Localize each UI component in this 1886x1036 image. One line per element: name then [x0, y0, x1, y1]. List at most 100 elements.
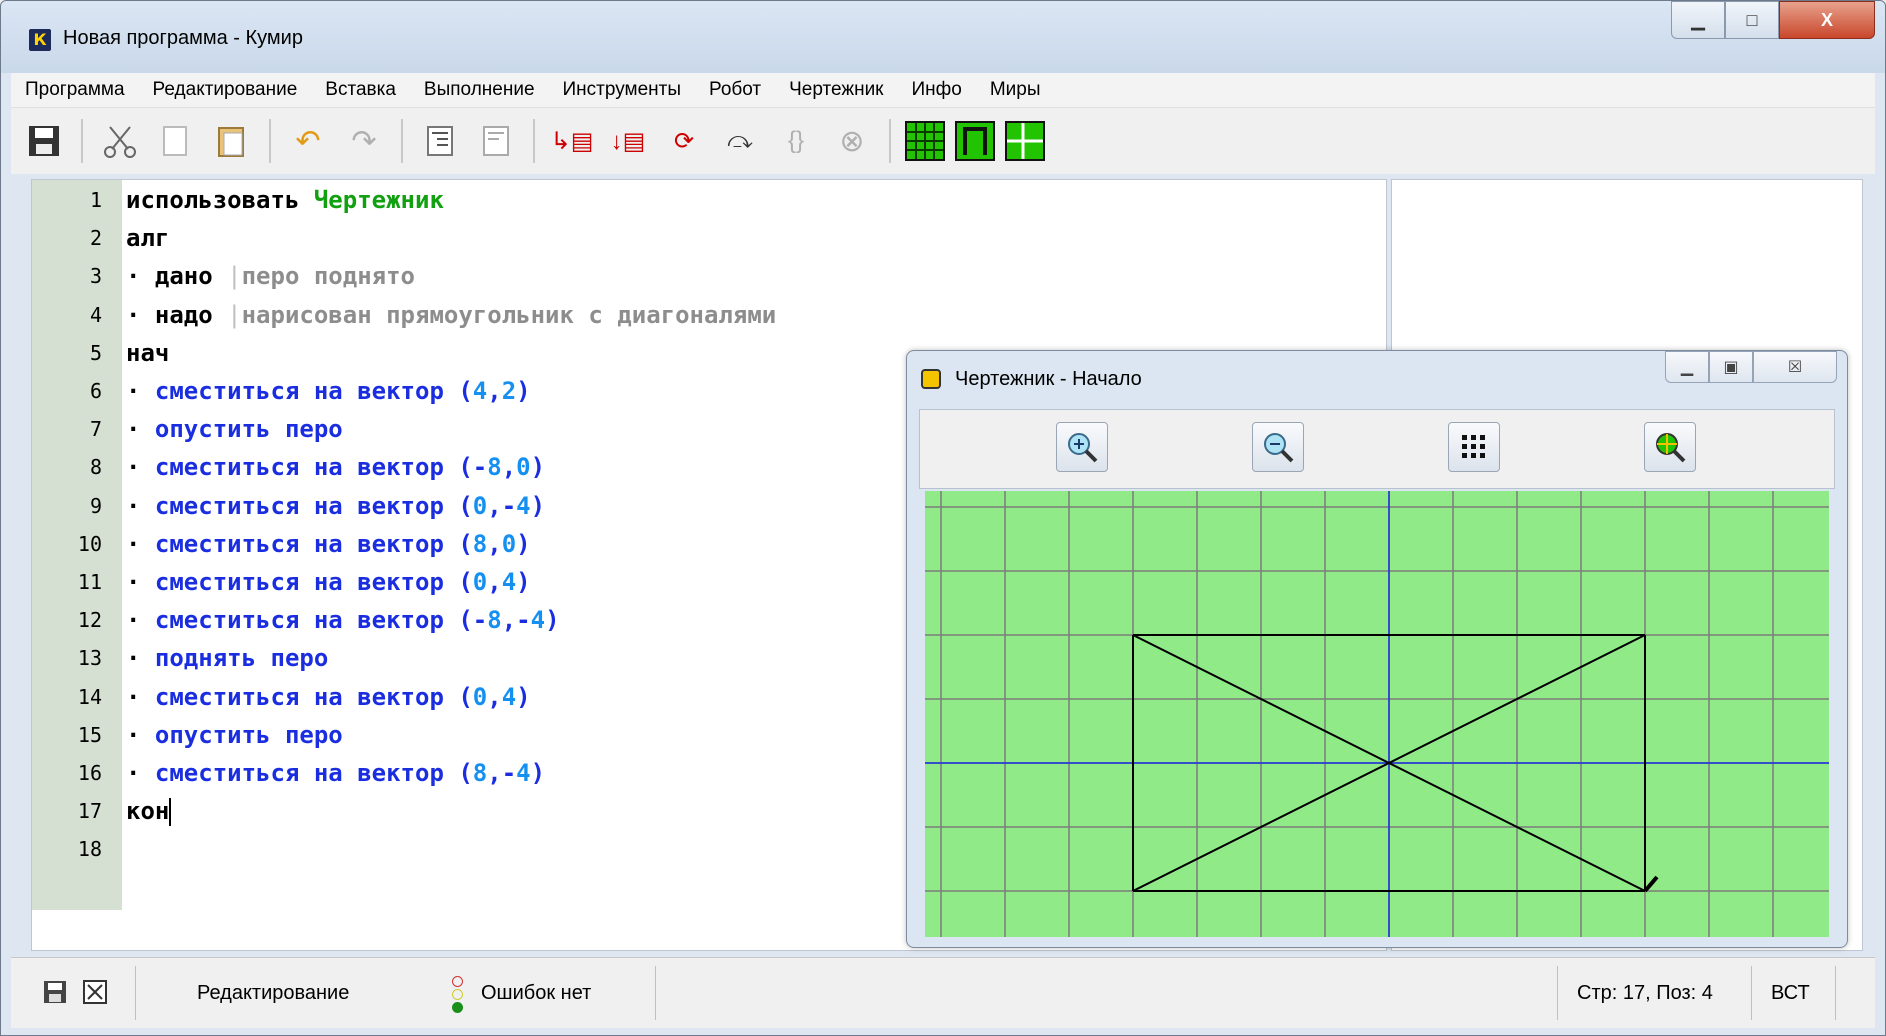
menu-program[interactable]: Программа — [11, 79, 139, 101]
menu-tools[interactable]: Инструменты — [549, 79, 695, 101]
undo-icon[interactable]: ↶ — [285, 118, 331, 164]
menu-bar: Программа Редактирование Вставка Выполне… — [11, 73, 1875, 108]
paste-icon[interactable] — [209, 118, 255, 164]
toolbar-separator — [533, 119, 535, 163]
line-code: алг — [126, 224, 169, 252]
code-line[interactable]: 4 · надо |нарисован прямоугольник с диаго… — [32, 301, 1332, 339]
indent-icon[interactable] — [417, 118, 463, 164]
code-token: · — [126, 682, 155, 711]
step-out-icon[interactable]: ⤼ — [717, 118, 763, 164]
line-code: · сместиться на вектор (8,-4) — [126, 759, 545, 787]
step-in-icon[interactable]: ⟳ — [661, 118, 707, 164]
zoom-in-button[interactable] — [1056, 422, 1108, 472]
code-token: · — [126, 606, 155, 635]
status-divider — [1557, 966, 1558, 1020]
code-token: алг — [126, 224, 170, 253]
line-code: · сместиться на вектор (0,4) — [126, 683, 531, 711]
code-token: 4 — [530, 606, 546, 635]
code-line[interactable]: 3 · дано |перо поднято — [32, 262, 1332, 300]
grid-toggle-button[interactable] — [1448, 422, 1500, 472]
menu-insert[interactable]: Вставка — [311, 79, 410, 101]
code-token: 4 — [501, 682, 517, 711]
line-code: · опустить перо — [126, 721, 343, 749]
line-number: 4 — [89, 302, 102, 327]
code-line[interactable]: 2 алг — [32, 224, 1332, 262]
line-code: · надо |нарисован прямоугольник с диагон… — [126, 301, 776, 329]
code-token: нач — [126, 338, 170, 367]
code-token: 8 — [472, 759, 488, 787]
redo-icon[interactable]: ↷ — [341, 118, 387, 164]
code-token: 0 — [516, 453, 531, 482]
line-code: кон — [126, 797, 172, 827]
line-number: 16 — [77, 761, 102, 785]
status-insert-mode[interactable]: ВСТ — [1771, 982, 1810, 1005]
stop-icon[interactable]: ⊗ — [829, 118, 875, 164]
drawer-window-controls: ▁ ▣ ☒ — [1665, 351, 1837, 383]
maximize-button[interactable]: □ — [1725, 1, 1779, 39]
zoom-in-icon — [1068, 433, 1098, 463]
grid-icon[interactable] — [905, 121, 945, 161]
code-token: сместиться на вектор — [154, 377, 459, 405]
zoom-out-icon — [1264, 433, 1294, 463]
axes-icon[interactable] — [1005, 121, 1045, 161]
code-token: ( — [458, 377, 473, 405]
traffic-green-light — [451, 1002, 463, 1013]
window-title: Новая программа - Кумир — [63, 27, 303, 49]
menu-drawer[interactable]: Чертежник — [775, 79, 897, 101]
line-number: 1 — [89, 188, 102, 212]
code-token: 4 — [516, 759, 531, 787]
code-token: , — [487, 377, 502, 405]
menu-info[interactable]: Инфо — [898, 79, 976, 101]
zoom-out-button[interactable] — [1252, 422, 1304, 472]
drawer-canvas[interactable] — [925, 491, 1829, 937]
code-token: (- — [458, 453, 488, 482]
drawer-window[interactable]: Чертежник - Начало ▁ ▣ ☒ — [906, 350, 1848, 948]
drawer-minimize-button[interactable]: ▁ — [1665, 351, 1709, 383]
step-over-icon[interactable]: {} — [773, 118, 819, 164]
run-icon[interactable]: ↳▤ — [549, 118, 595, 164]
code-token: ) — [530, 453, 546, 482]
save-icon[interactable] — [21, 118, 67, 164]
code-token: · — [126, 453, 155, 482]
close-button[interactable]: X — [1779, 1, 1875, 39]
traffic-red-light — [451, 976, 463, 987]
code-token: ( — [458, 682, 473, 711]
title-bar[interactable]: К Новая программа - Кумир ▁ □ X — [1, 1, 1885, 73]
save-status-icon[interactable] — [43, 980, 67, 1011]
line-number: 8 — [89, 455, 102, 480]
code-token: ,- — [487, 491, 517, 520]
code-token: 8 — [487, 606, 502, 635]
code-token: надо — [154, 300, 228, 329]
code-line[interactable]: 1 использовать Чертежник — [32, 186, 1332, 224]
cut-icon[interactable] — [97, 118, 143, 164]
minimize-button[interactable]: ▁ — [1671, 1, 1725, 39]
copy-icon[interactable] — [153, 118, 199, 164]
menu-robot[interactable]: Робот — [695, 79, 775, 101]
frame-icon[interactable] — [955, 121, 995, 161]
code-token: | — [227, 300, 242, 329]
drawer-maximize-button[interactable]: ▣ — [1709, 351, 1753, 383]
code-token: · — [126, 491, 155, 520]
code-token: ) — [530, 491, 546, 520]
code-token: ,- — [501, 606, 531, 635]
drawer-title-bar[interactable]: Чертежник - Начало ▁ ▣ ☒ — [907, 351, 1847, 407]
drawer-title: Чертежник - Начало — [955, 368, 1142, 390]
line-number: 14 — [77, 684, 102, 709]
close-tab-icon[interactable] — [83, 980, 107, 1011]
drawer-close-button[interactable]: ☒ — [1753, 351, 1837, 383]
grid-toggle-icon — [1462, 435, 1485, 458]
code-token: , — [487, 682, 502, 711]
unindent-icon[interactable] — [473, 118, 519, 164]
drawer-toolbar — [919, 409, 1835, 489]
code-token: сместиться на вектор — [154, 759, 459, 787]
zoom-fit-button[interactable] — [1644, 422, 1696, 472]
line-code: · сместиться на вектор (0,4) — [126, 568, 531, 596]
menu-worlds[interactable]: Миры — [976, 79, 1055, 101]
menu-edit[interactable]: Редактирование — [139, 79, 312, 101]
run-step-icon[interactable]: ↓▤ — [605, 118, 651, 164]
toolbar-separator — [401, 119, 403, 163]
code-token: , — [487, 529, 502, 558]
code-token: дано — [154, 262, 228, 291]
code-token: , — [487, 568, 502, 596]
menu-run[interactable]: Выполнение — [410, 79, 549, 101]
